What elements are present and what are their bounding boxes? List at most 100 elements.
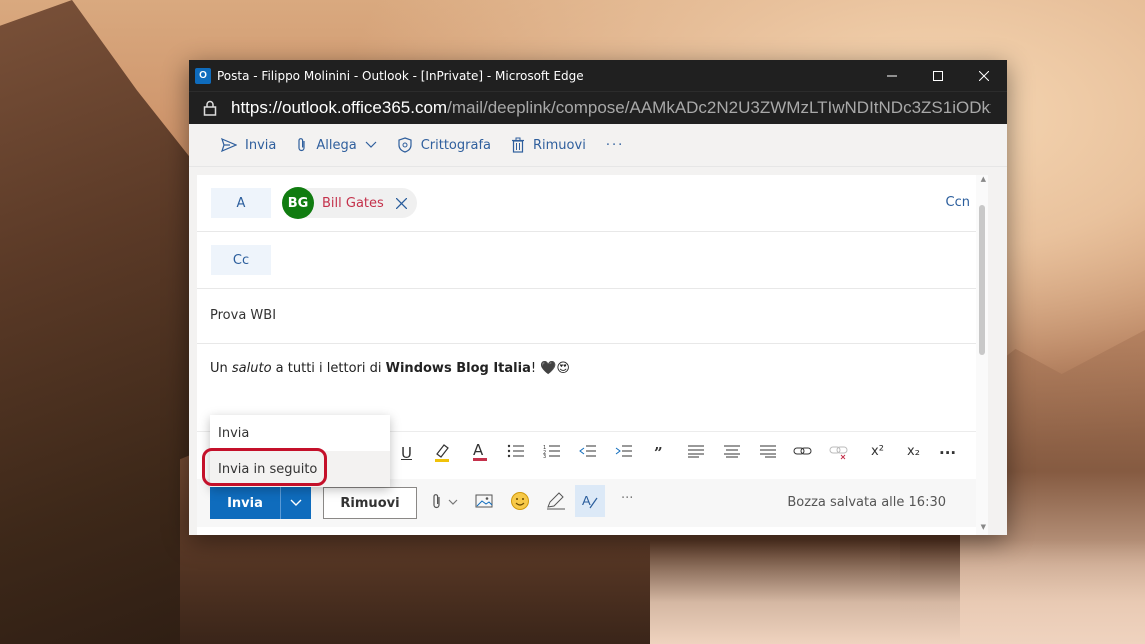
bullet-list-icon xyxy=(507,444,524,458)
heart-eyes-icon: 😍 xyxy=(556,361,570,376)
insert-image-button[interactable] xyxy=(475,493,493,513)
highlight-button[interactable] xyxy=(433,442,451,466)
draft-status: Bozza salvata alle 16:30 xyxy=(787,495,946,510)
superscript-button[interactable]: x² xyxy=(871,444,884,459)
toolbar-send-label: Invia xyxy=(245,137,277,153)
signature-button[interactable] xyxy=(545,491,567,515)
lock-icon xyxy=(203,100,217,116)
align-left-button[interactable] xyxy=(687,444,705,462)
body-text-3: ! xyxy=(530,361,541,376)
paperclip-icon xyxy=(298,138,305,152)
font-color-button[interactable]: A xyxy=(473,442,487,461)
svg-text:A: A xyxy=(582,493,591,508)
outdent-button[interactable] xyxy=(579,444,597,462)
align-center-icon xyxy=(724,445,740,458)
minimize-icon xyxy=(887,75,897,76)
shield-icon xyxy=(398,137,412,153)
highlight-ring xyxy=(202,448,327,486)
compose-toolbar: Invia Allega Crittografa Rimuovi ··· xyxy=(189,124,1007,167)
subject-row[interactable]: Prova WBI xyxy=(197,289,988,344)
url-host: https://outlook.office365.com xyxy=(231,98,448,117)
more-options-button[interactable]: ··· xyxy=(621,491,633,506)
numbered-list-icon: 123 xyxy=(543,445,560,460)
recipient-name: Bill Gates xyxy=(322,195,384,211)
smiley-icon xyxy=(511,492,529,510)
text-format-icon: A xyxy=(582,493,598,509)
remove-link-button[interactable] xyxy=(829,444,849,464)
url-text[interactable]: https://outlook.office365.com/mail/deepl… xyxy=(231,98,991,118)
indent-icon xyxy=(615,445,632,457)
to-button[interactable]: A xyxy=(211,188,271,218)
close-icon xyxy=(979,70,989,81)
toolbar-encrypt-label: Crittografa xyxy=(420,137,491,153)
maximize-icon xyxy=(933,70,943,81)
format-toggle-button[interactable]: A xyxy=(575,485,605,517)
subject-field[interactable]: Prova WBI xyxy=(210,308,276,323)
toolbar-send-button[interactable]: Invia xyxy=(221,138,276,153)
send-button[interactable]: Invia xyxy=(210,487,311,519)
black-heart-icon: 🖤 xyxy=(540,361,557,376)
highlighter-icon xyxy=(435,444,449,462)
attach-button[interactable] xyxy=(431,493,461,515)
bullets-button[interactable] xyxy=(507,444,525,462)
send-options-button[interactable] xyxy=(281,499,311,507)
align-right-button[interactable] xyxy=(759,444,777,462)
cc-row: Cc xyxy=(197,232,988,289)
underline-button[interactable]: U xyxy=(401,444,412,462)
chevron-down-icon xyxy=(290,499,302,506)
message-body[interactable]: Un saluto a tutti i lettori di Windows B… xyxy=(210,361,570,376)
toolbar-encrypt-button[interactable]: Crittografa xyxy=(397,137,491,153)
cc-button[interactable]: Cc xyxy=(211,245,271,275)
image-icon xyxy=(475,494,493,508)
recipient-chip[interactable]: BG Bill Gates xyxy=(282,187,417,219)
outlook-icon: O xyxy=(195,67,211,84)
body-italic: saluto xyxy=(231,361,272,376)
quote-button[interactable]: ” xyxy=(654,444,663,462)
paperclip-icon xyxy=(433,494,458,509)
to-row: A BG Bill Gates Ccn xyxy=(197,175,988,232)
minimize-button[interactable] xyxy=(869,60,915,91)
insert-link-button[interactable] xyxy=(793,444,813,462)
body-text-1: Un xyxy=(210,361,232,376)
pen-icon xyxy=(547,492,565,510)
font-color-label: A xyxy=(473,441,484,459)
numbering-button[interactable]: 123 xyxy=(543,444,561,462)
toolbar-discard-button[interactable]: Rimuovi xyxy=(511,137,586,153)
maximize-button[interactable] xyxy=(915,60,961,91)
background-mist xyxy=(650,540,1145,644)
address-bar[interactable]: https://outlook.office365.com/mail/deepl… xyxy=(189,91,1007,124)
body-text-2: a tutti i lettori di xyxy=(271,361,386,376)
body-bold: Windows Blog Italia xyxy=(385,361,531,376)
format-more-button[interactable]: ··· xyxy=(939,444,956,462)
emoji-button[interactable] xyxy=(510,491,530,515)
bcc-link[interactable]: Ccn xyxy=(946,195,970,210)
window-title: Posta - Filippo Molinini - Outlook - [In… xyxy=(217,68,584,83)
scroll-up-icon[interactable]: ▲ xyxy=(981,175,986,183)
discard-button[interactable]: Rimuovi xyxy=(323,487,417,519)
send-label: Invia xyxy=(227,495,263,511)
chevron-down-icon xyxy=(365,141,377,148)
close-icon[interactable] xyxy=(395,197,407,209)
toolbar-attach-button[interactable]: Allega xyxy=(296,137,377,153)
subscript-button[interactable]: x₂ xyxy=(907,444,920,459)
indent-button[interactable] xyxy=(615,444,633,462)
align-center-button[interactable] xyxy=(723,444,741,462)
send-menu-item-send[interactable]: Invia xyxy=(210,415,390,451)
window-controls xyxy=(869,60,1007,91)
toolbar-discard-label: Rimuovi xyxy=(533,137,586,153)
scroll-thumb[interactable] xyxy=(979,205,985,355)
link-icon xyxy=(793,447,812,455)
outdent-icon xyxy=(579,445,596,457)
unlink-icon xyxy=(829,446,848,460)
scroll-down-icon[interactable]: ▼ xyxy=(981,523,986,531)
toolbar-attach-label: Allega xyxy=(316,137,357,153)
avatar: BG xyxy=(282,187,314,219)
send-icon xyxy=(221,138,237,152)
toolbar-more-button[interactable]: ··· xyxy=(606,138,624,153)
vertical-scrollbar[interactable]: ▲ ▼ xyxy=(976,175,988,535)
close-button[interactable] xyxy=(961,60,1007,91)
svg-text:3: 3 xyxy=(543,454,546,458)
title-bar: O Posta - Filippo Molinini - Outlook - [… xyxy=(189,60,1007,91)
align-right-icon xyxy=(760,445,776,458)
align-left-icon xyxy=(688,445,704,458)
